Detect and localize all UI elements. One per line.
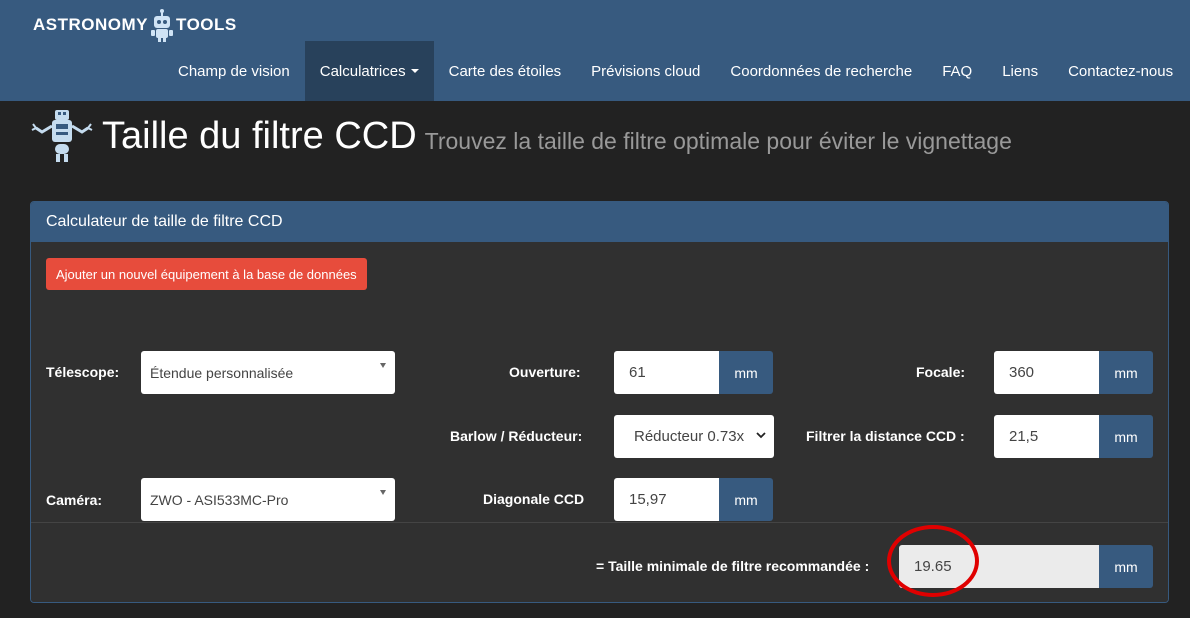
focal-input-group: 360 mm — [994, 351, 1153, 394]
barlow-select[interactable]: Réducteur 0.73x — [614, 415, 774, 458]
main-nav: Champ de vision Calculatrices Carte des … — [163, 41, 1188, 101]
caret-down-icon — [410, 69, 419, 73]
nav-label: Contactez-nous — [1068, 62, 1174, 80]
chevron-down-icon — [756, 432, 766, 439]
telescope-select[interactable]: Étendue personnalisée — [141, 351, 395, 394]
nav-label: Prévisions cloud — [591, 62, 701, 80]
filter-calculator-panel: Calculateur de taille de filtre CCD Ajou… — [30, 201, 1169, 603]
robot-logo-icon — [151, 9, 173, 42]
filter-distance-input[interactable]: 21,5 — [994, 415, 1099, 458]
telescope-label: Télescope: — [46, 364, 120, 380]
barlow-label: Barlow / Réducteur: — [450, 428, 583, 444]
result-label: = Taille minimale de filtre recommandée … — [596, 558, 870, 574]
panel-heading: Calculateur de taille de filtre CCD — [31, 202, 1168, 242]
add-equipment-button[interactable]: Ajouter un nouvel équipement à la base d… — [46, 258, 367, 290]
nav-liens[interactable]: Liens — [987, 41, 1053, 101]
nav-champ-de-vision[interactable]: Champ de vision — [163, 41, 305, 101]
filter-distance-unit: mm — [1099, 415, 1153, 458]
focal-unit: mm — [1099, 351, 1153, 394]
panel-body: Ajouter un nouvel équipement à la base d… — [31, 242, 1168, 522]
camera-select[interactable]: ZWO - ASI533MC-Pro — [141, 478, 395, 521]
logo-text-left: ASTRONOMY — [33, 15, 148, 34]
aperture-label: Ouverture: — [509, 364, 581, 380]
nav-label: Calculatrices — [319, 62, 406, 80]
page-subtitle: Trouvez la taille de filtre optimale pou… — [424, 127, 1012, 154]
nav-faq[interactable]: FAQ — [927, 41, 987, 101]
nav-label: Champ de vision — [178, 62, 290, 80]
page-header: Taille du filtre CCD Trouvez la taille d… — [28, 104, 1012, 168]
aperture-input-group: 61 mm — [614, 351, 773, 394]
panel-footer: = Taille minimale de filtre recommandée … — [31, 522, 1168, 602]
nav-label: Liens — [1002, 62, 1039, 80]
logo-text-right: TOOLS — [176, 15, 237, 34]
nav-contactez-nous[interactable]: Contactez-nous — [1053, 41, 1188, 101]
select-arrow-icon — [380, 363, 386, 368]
nav-previsions-cloud[interactable]: Prévisions cloud — [576, 41, 715, 101]
select-arrow-icon — [380, 490, 386, 495]
result-unit: mm — [1099, 545, 1153, 588]
ccd-diagonal-input[interactable]: 15,97 — [614, 478, 719, 521]
aperture-input[interactable]: 61 — [614, 351, 719, 394]
robot-mascot-icon — [31, 110, 93, 162]
ccd-diagonal-label: Diagonale CCD — [483, 491, 585, 507]
nav-label: Coordonnées de recherche — [730, 62, 913, 80]
highlight-circle-annotation — [887, 525, 979, 597]
focal-input[interactable]: 360 — [994, 351, 1099, 394]
aperture-unit: mm — [719, 351, 773, 394]
filter-distance-input-group: 21,5 mm — [994, 415, 1153, 458]
focal-label: Focale: — [916, 364, 966, 380]
telescope-select-value: Étendue personnalisée — [150, 364, 294, 381]
ccd-diagonal-input-group: 15,97 mm — [614, 478, 773, 521]
barlow-select-value: Réducteur 0.73x — [634, 428, 745, 445]
nav-calculatrices[interactable]: Calculatrices — [304, 41, 434, 101]
nav-label: FAQ — [942, 62, 973, 80]
filter-distance-label: Filtrer la distance CCD : — [806, 428, 965, 444]
camera-select-value: ZWO - ASI533MC-Pro — [150, 491, 289, 508]
navbar: ASTRONOMY TOOLS Champ de vision Calculat… — [0, 0, 1190, 101]
ccd-diagonal-unit: mm — [719, 478, 773, 521]
nav-label: Carte des étoiles — [448, 62, 562, 80]
page-title: Taille du filtre CCD — [102, 114, 417, 157]
nav-coordonnees-de-recherche[interactable]: Coordonnées de recherche — [715, 41, 927, 101]
camera-label: Caméra: — [46, 492, 103, 508]
nav-carte-des-etoiles[interactable]: Carte des étoiles — [434, 41, 577, 101]
site-logo[interactable]: ASTRONOMY TOOLS — [33, 8, 237, 42]
